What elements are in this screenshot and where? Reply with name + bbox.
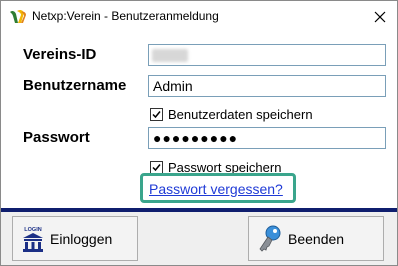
bank-login-icon: LOGIN xyxy=(21,225,45,253)
exit-button-label: Beenden xyxy=(288,230,345,247)
login-button-label: Einloggen xyxy=(50,230,113,247)
checkmark-icon xyxy=(152,164,161,172)
benutzername-label: Benutzername xyxy=(23,77,127,94)
passwort-field[interactable]: ●●●●●●●●● xyxy=(148,127,386,149)
checkmark-icon xyxy=(152,111,161,119)
window-title: Netxp:Verein - Benutzeranmeldung xyxy=(32,9,219,23)
key-icon xyxy=(257,224,283,254)
title-bar: Netxp:Verein - Benutzeranmeldung xyxy=(1,1,397,32)
redacted-value xyxy=(152,49,188,62)
login-button[interactable]: LOGIN Einloggen xyxy=(12,216,138,261)
login-dialog: Netxp:Verein - Benutzeranmeldung Vereins… xyxy=(0,0,398,266)
vereins-id-field[interactable] xyxy=(148,44,386,66)
passwort-value: ●●●●●●●●● xyxy=(153,130,239,146)
close-icon xyxy=(374,11,386,22)
login-icon-text: LOGIN xyxy=(24,227,41,233)
forgot-password-link[interactable]: Passwort vergessen? xyxy=(149,181,283,197)
exit-button[interactable]: Beenden xyxy=(248,216,384,261)
netxp-logo-icon xyxy=(9,9,27,25)
close-button[interactable] xyxy=(363,1,397,32)
button-bar: LOGIN Einloggen Beenden xyxy=(1,212,397,265)
vereins-id-label: Vereins-ID xyxy=(23,46,97,63)
save-user-checkbox[interactable]: Benutzerdaten speichern xyxy=(150,107,313,122)
benutzername-value: Admin xyxy=(153,78,193,94)
checkbox-box[interactable] xyxy=(150,108,163,121)
save-user-label: Benutzerdaten speichern xyxy=(168,107,313,122)
benutzername-field[interactable]: Admin xyxy=(148,75,386,97)
passwort-label: Passwort xyxy=(23,129,90,146)
